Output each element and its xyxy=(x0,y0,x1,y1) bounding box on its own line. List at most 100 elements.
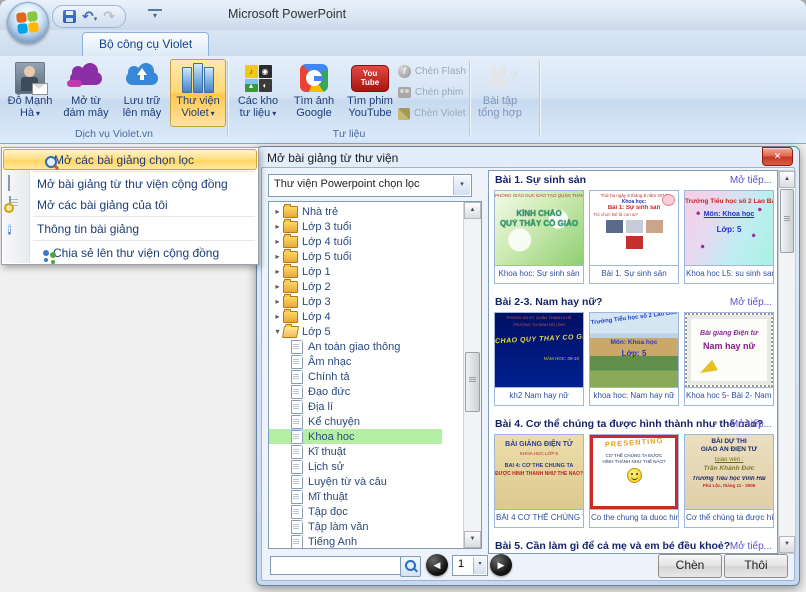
tree-item[interactable]: An toàn giao thông xyxy=(269,339,464,354)
tree-item[interactable]: Tập làm văn xyxy=(269,519,464,534)
search-input[interactable] xyxy=(270,556,402,575)
violet-library-button[interactable]: Thư viện Violet ▾ xyxy=(170,59,226,127)
menu-item-open-my-lessons[interactable]: Mở các bài giảng của tôi xyxy=(3,194,257,215)
folder-icon xyxy=(283,263,298,278)
google-image-search-button[interactable]: Tìm ảnh Google xyxy=(286,59,342,127)
scroll-down-icon[interactable]: ▼ xyxy=(779,536,795,553)
cloud-upload-icon xyxy=(126,62,158,85)
mail-icon xyxy=(32,83,48,95)
tree-item[interactable]: Kể chuyện xyxy=(269,414,464,429)
library-blocks-icon xyxy=(182,63,214,93)
thumbnail[interactable]: PHÒNG GD ĐT QUẬN THANH KHÊ TRƯỜNG TH ĐIN… xyxy=(494,312,584,406)
account-button[interactable]: Đỗ Mạnh Hà ▾ xyxy=(2,59,58,127)
lesson-row-header: Bài 5. Cần làm gì để cả mẹ và em bé đều … xyxy=(495,540,731,552)
chevron-down-icon: ▾ xyxy=(36,109,41,118)
tree-item[interactable]: Địa lí xyxy=(269,399,464,414)
lesson-row-header: Bài 2-3. Nam hay nữ? xyxy=(495,296,603,308)
more-link[interactable]: Mở tiếp... xyxy=(730,415,772,434)
rabbit-icon: ? xyxy=(489,66,518,90)
page-icon xyxy=(291,504,303,519)
thumbnail[interactable]: PHÒNG GIÁO DỤC ĐÀO TẠO QUẬN THANH KHÊ KÍ… xyxy=(494,190,584,284)
tree-item[interactable]: Kĩ thuật xyxy=(269,444,464,459)
tree-item-expanded[interactable]: ▾ Lớp 5 xyxy=(269,324,464,339)
library-select[interactable]: Thư viện Powerpoint chọn lọc ▾ xyxy=(268,174,472,197)
scrollbar-thumb[interactable] xyxy=(465,352,480,412)
menu-item-share-to-community[interactable]: Chia sẻ lên thư viện cộng đồng xyxy=(3,242,257,263)
scrollbar-thumb[interactable] xyxy=(780,189,794,253)
youtube-search-button[interactable]: You Tube Tìm phim YouTube xyxy=(342,59,398,127)
page-icon xyxy=(291,519,303,534)
chevron-right-icon: ▸ xyxy=(275,222,280,231)
tree-item[interactable]: ▸ Lớp 4 tuổi xyxy=(269,233,464,249)
folder-icon xyxy=(283,278,298,293)
thumbnail[interactable]: Trường Tiểu học số 2 Lao Bảo Môn: Khoa h… xyxy=(589,312,679,406)
left-arrow-icon: ◀ xyxy=(433,560,441,570)
thumbnail[interactable]: PRESENTING CƠ THỂ CHÚNG TA ĐƯỢC HÌNH THÀ… xyxy=(589,434,679,528)
share-icon xyxy=(42,248,58,264)
next-page-button[interactable]: ▶ xyxy=(490,554,512,576)
save-to-cloud-button[interactable]: Lưu trữ lên mây xyxy=(114,59,170,127)
undo-button[interactable]: ↶▾ xyxy=(82,8,97,26)
insert-button[interactable]: Chèn xyxy=(658,554,722,578)
thumbnail[interactable]: BÀI DỰ THI GIÁO ÁN ĐIỆN TỬ Giáo viên : T… xyxy=(684,434,774,528)
scroll-down-icon[interactable]: ▼ xyxy=(464,531,481,548)
save-icon[interactable] xyxy=(63,10,76,23)
tree-item[interactable]: Âm nhạc xyxy=(269,354,464,369)
office-button[interactable] xyxy=(7,2,49,44)
media-stores-button[interactable]: ♪ ◉ ▴ ◐ Các kho tư liệu ▾ xyxy=(230,59,286,127)
tree-item[interactable]: Đạo đức xyxy=(269,384,464,399)
tree-item[interactable]: Tập đọc xyxy=(269,504,464,519)
tree-item[interactable]: Lịch sử xyxy=(269,459,464,474)
chevron-down-icon[interactable]: ▾ xyxy=(453,176,470,195)
page-select[interactable]: 1 ▾ xyxy=(452,555,488,576)
tree-item[interactable]: Luyện từ và câu xyxy=(269,474,464,489)
menu-item-open-selected-lessons[interactable]: Mở các bài giảng chọn lọc xyxy=(3,149,257,170)
tree-item[interactable]: ▸ Lớp 3 xyxy=(269,293,464,309)
tree-scrollbar[interactable]: ▲ ▼ xyxy=(463,202,481,548)
folder-icon xyxy=(283,203,298,218)
tree-item-selected[interactable]: Khoa hoc xyxy=(269,429,442,444)
insert-flash-button[interactable]: f Chèn Flash xyxy=(398,61,466,82)
chevron-right-icon: ▸ xyxy=(275,297,280,306)
thumbnail[interactable]: Thứ ba ngày 6 tháng 8 năm 2013 Khoa học:… xyxy=(589,190,679,284)
scroll-up-icon[interactable]: ▲ xyxy=(779,171,795,188)
tree-item[interactable]: ▸ Lớp 2 xyxy=(269,278,464,294)
more-link[interactable]: Mở tiếp... xyxy=(730,293,772,312)
customize-quick-access-button[interactable]: ▾ xyxy=(148,9,162,21)
lesson-row: Bài 1. Sự sinh sản Mở tiếp... PHÒNG GIÁO … xyxy=(489,171,777,284)
search-button[interactable] xyxy=(400,556,421,577)
tree-item[interactable]: ▸ Lớp 5 tuổi xyxy=(269,248,464,264)
tree-item[interactable]: ▸ Nhà trẻ xyxy=(269,203,464,219)
tree-item[interactable]: Mĩ thuật xyxy=(269,489,464,504)
thumbnail[interactable]: Trường Tiểu học số 2 Lao Bảo Môn: Khoa h… xyxy=(684,190,774,284)
tree-item[interactable]: ▸ Lớp 1 xyxy=(269,263,464,279)
redo-icon[interactable]: ↷ xyxy=(103,9,115,23)
more-link[interactable]: Mở tiếp... xyxy=(730,171,772,190)
menu-item-open-community-library[interactable]: Mở bài giảng từ thư viện cộng đồng xyxy=(3,173,257,194)
office-logo-icon xyxy=(15,10,40,35)
menu-item-lesson-info[interactable]: i Thông tin bài giảng xyxy=(3,218,257,239)
more-link[interactable]: Mở tiếp... xyxy=(730,537,772,553)
thumbnail[interactable]: BÀI GIẢNG ĐIỆN TỬ KHOA HỌC LỚP 5 BÀI 4: … xyxy=(494,434,584,528)
list-scrollbar[interactable]: ▲ ▼ xyxy=(778,170,796,554)
insert-violet-button[interactable]: Chèn Violet xyxy=(398,103,466,124)
thumbnail[interactable]: Bài giảng Điện tử Nam hay nữ Khoa hoc 5-… xyxy=(684,312,774,406)
lesson-row: Bài 2-3. Nam hay nữ? Mở tiếp... PHÒNG GD … xyxy=(489,293,777,406)
tree-item[interactable]: ▸ Lớp 4 xyxy=(269,308,464,324)
open-from-cloud-button[interactable]: Mở từ đám mây xyxy=(58,59,114,127)
thumbnail-caption: BÀI 4 CƠ THỂ CHÚNG TA xyxy=(495,509,583,525)
tree-item[interactable]: Tiếng Anh xyxy=(269,534,464,548)
close-button[interactable]: ✕ xyxy=(762,147,793,166)
page-icon xyxy=(291,459,303,474)
insert-movie-button[interactable]: Chèn phim xyxy=(398,82,466,103)
tab-bo-cong-cu-violet[interactable]: Bộ công cụ Violet xyxy=(82,32,210,56)
chevron-down-icon[interactable]: ▾ xyxy=(473,557,486,574)
tree-item[interactable]: ▸ Lớp 3 tuổi xyxy=(269,218,464,234)
chevron-right-icon: ▸ xyxy=(275,267,280,276)
exercise-builder-button: ? Bài tập tổng hợp xyxy=(478,66,522,119)
cancel-button[interactable]: Thôi xyxy=(724,554,788,578)
chevron-down-icon: ▾ xyxy=(210,109,215,118)
scroll-up-icon[interactable]: ▲ xyxy=(464,202,481,219)
tree-item[interactable]: Chính tả xyxy=(269,369,464,384)
previous-page-button[interactable]: ◀ xyxy=(426,554,448,576)
